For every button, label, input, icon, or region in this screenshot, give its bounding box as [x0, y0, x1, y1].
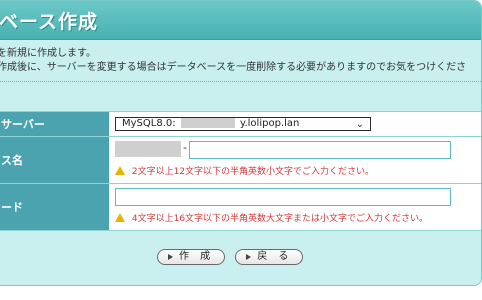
password-value: 4文字以上16文字以下の半角英数大文字または小文字でご入力ください。 — [109, 184, 481, 230]
page-title: ベース作成 — [0, 11, 99, 33]
password-warning: 4文字以上16文字以下の半角英数大文字または小文字でご入力ください。 — [115, 211, 428, 224]
db-name-note: 2文字以上12文字以下の半角英数小文字でご入力ください。 — [131, 167, 375, 177]
redacted-text — [180, 118, 235, 128]
back-button-label: 戻 る — [257, 251, 293, 262]
divider — [0, 81, 481, 82]
server-label: サーバー — [0, 112, 109, 136]
password-note: 4文字以上16文字以下の半角英数大文字または小文字でご入力ください。 — [131, 214, 429, 224]
warning-icon — [115, 166, 125, 175]
server-select[interactable]: MySQL8.0: y.lolipop.lan ⌄ — [115, 117, 371, 131]
db-name-input[interactable] — [189, 141, 451, 159]
create-button-label: 作 成 — [179, 251, 215, 262]
action-buttons: 作 成 戻 る — [157, 249, 304, 265]
play-icon — [246, 254, 252, 260]
create-button[interactable]: 作 成 — [157, 249, 226, 265]
db-name-label: ス名 — [0, 137, 109, 183]
play-icon — [168, 254, 173, 260]
warning-icon — [115, 213, 125, 222]
redacted-prefix — [115, 141, 181, 157]
form-table: サーバー MySQL8.0: y.lolipop.lan ⌄ ス名 - 2文字以… — [0, 111, 481, 231]
back-button[interactable]: 戻 る — [235, 249, 304, 265]
server-row: サーバー MySQL8.0: y.lolipop.lan ⌄ — [0, 112, 481, 137]
description-line-1: を新規に作成します。 — [0, 48, 96, 59]
database-create-panel: ベース作成 を新規に作成します。 作成後に、サーバーを変更する場合はデータベース… — [0, 0, 482, 286]
password-row: ード 4文字以上16文字以下の半角英数大文字または小文字でご入力ください。 — [0, 184, 481, 231]
description: を新規に作成します。 作成後に、サーバーを変更する場合はデータベースを一度削除す… — [0, 47, 466, 75]
db-name-warning: 2文字以上12文字以下の半角英数小文字でご入力ください。 — [115, 164, 374, 177]
password-label: ード — [0, 184, 109, 230]
server-select-prefix: MySQL8.0: — [122, 118, 176, 129]
db-name-value: - 2文字以上12文字以下の半角英数小文字でご入力ください。 — [109, 137, 481, 183]
db-name-row: ス名 - 2文字以上12文字以下の半角英数小文字でご入力ください。 — [0, 137, 481, 184]
chevron-down-icon: ⌄ — [355, 119, 364, 130]
prefix-separator: - — [183, 141, 187, 154]
description-line-2: 作成後に、サーバーを変更する場合はデータベースを一度削除する必要がありますのでお… — [0, 62, 467, 73]
server-value: MySQL8.0: y.lolipop.lan ⌄ — [109, 112, 481, 136]
password-input[interactable] — [115, 188, 451, 206]
server-select-suffix: y.lolipop.lan — [239, 118, 300, 129]
title-bar: ベース作成 — [0, 1, 481, 40]
